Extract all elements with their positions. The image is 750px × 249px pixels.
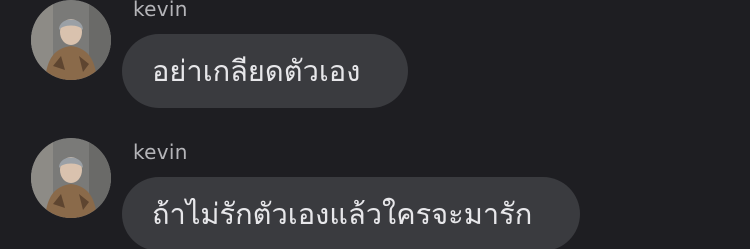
avatar[interactable] [31,138,111,218]
chat-thread: kevin อย่าเกลียดตัวเอง kevin ถ้าไม่รักตั… [0,0,750,249]
message-bubble[interactable]: อย่าเกลียดตัวเอง [122,34,408,108]
profile-photo-icon [31,0,111,80]
avatar[interactable] [31,0,111,80]
profile-photo-icon [31,138,111,218]
message-bubble[interactable]: ถ้าไม่รักตัวเองแล้วใครจะมารัก [122,177,580,249]
sender-name: kevin [133,140,188,164]
sender-name: kevin [133,0,188,21]
